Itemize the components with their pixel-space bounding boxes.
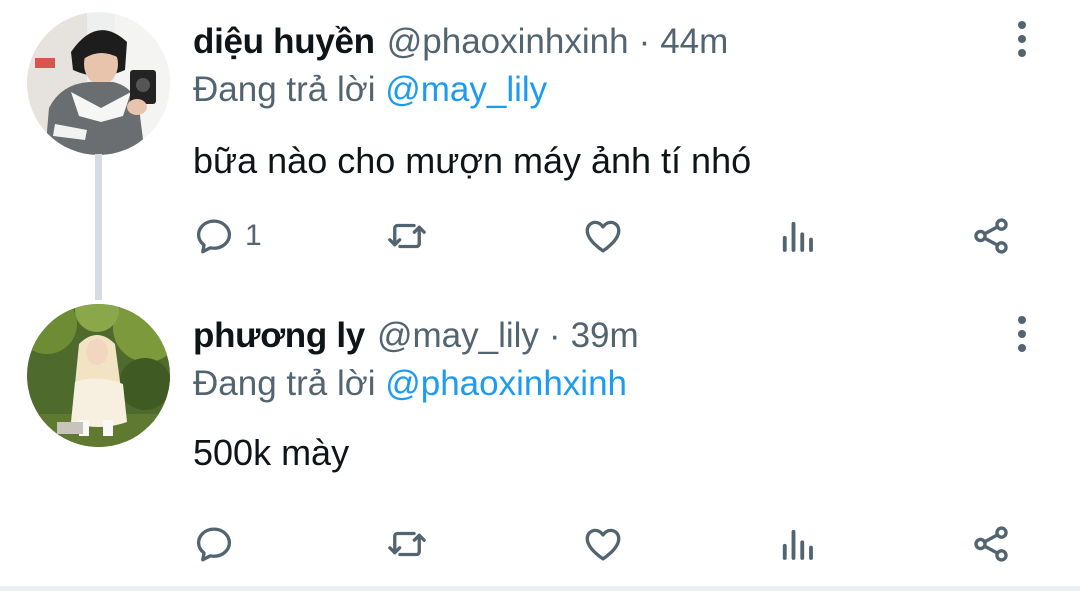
replying-prefix: Đang trả lời (193, 70, 376, 109)
tweet-actions: 1 (0, 206, 1080, 266)
avatar[interactable] (27, 304, 170, 447)
retweet-button[interactable] (386, 514, 428, 574)
tweet-text: 500k mày (193, 432, 350, 473)
display-name[interactable]: diệu huyền (193, 22, 375, 62)
user-handle[interactable]: @phaoxinhxinh (387, 22, 629, 62)
separator-dot: · (638, 22, 651, 61)
views-bar-chart-icon (782, 529, 813, 560)
display-name[interactable]: phương ly (193, 316, 365, 356)
user-photo-avatar-icon (27, 12, 170, 155)
tweet[interactable]: phương ly @may_lily · 39m Đang trả lời @… (0, 300, 1080, 591)
more-vertical-icon[interactable] (1006, 314, 1038, 354)
replying-prefix: Đang trả lời (193, 364, 376, 403)
retweet-button[interactable] (386, 206, 428, 266)
retweet-icon (388, 223, 426, 249)
tweet-text: bữa nào cho mượn máy ảnh tí nhó (193, 140, 752, 181)
reply-bubble-icon (196, 527, 232, 562)
tweet-header: diệu huyền @phaoxinhxinh · 44m (193, 14, 728, 70)
reply-count: 1 (245, 219, 262, 252)
retweet-icon (388, 531, 426, 557)
views-button[interactable] (776, 514, 818, 574)
mention-link[interactable]: @phaoxinhxinh (385, 364, 627, 403)
more-vertical-icon[interactable] (1006, 19, 1038, 59)
views-button[interactable] (776, 206, 818, 266)
user-handle[interactable]: @may_lily (377, 316, 539, 356)
timestamp[interactable]: 39m (571, 316, 639, 356)
tweet-actions (0, 514, 1080, 574)
user-photo-avatar-icon (27, 304, 170, 447)
reply-button[interactable] (193, 514, 245, 574)
tweet[interactable]: diệu huyền @phaoxinhxinh · 44m Đang trả … (0, 0, 1080, 300)
avatar[interactable] (27, 12, 170, 155)
share-button[interactable] (970, 514, 1012, 574)
reply-bubble-icon (196, 219, 232, 254)
reply-button[interactable]: 1 (193, 206, 262, 266)
mention-link[interactable]: @may_lily (385, 70, 547, 109)
share-icon (974, 218, 1008, 254)
heart-icon (585, 528, 621, 561)
timestamp[interactable]: 44m (660, 22, 728, 62)
replying-to: Đang trả lời @may_lily (193, 70, 547, 110)
replying-to: Đang trả lời @phaoxinhxinh (193, 364, 627, 404)
separator-dot: · (548, 316, 561, 355)
share-button[interactable] (970, 206, 1012, 266)
heart-icon (585, 220, 621, 253)
like-button[interactable] (582, 514, 624, 574)
like-button[interactable] (582, 206, 624, 266)
divider (0, 586, 1080, 591)
views-bar-chart-icon (782, 221, 813, 252)
tweet-header: phương ly @may_lily · 39m (193, 308, 639, 364)
share-icon (974, 526, 1008, 562)
